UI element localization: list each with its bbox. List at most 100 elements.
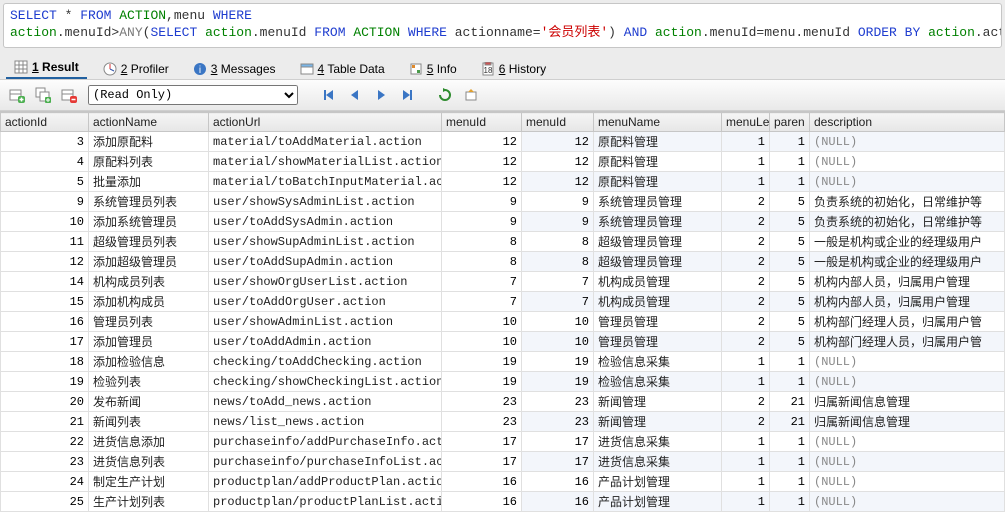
cell[interactable]: 16 [1, 312, 89, 332]
cell[interactable]: 23 [1, 452, 89, 472]
cell[interactable]: (NULL) [810, 152, 1005, 172]
table-row[interactable]: 12添加超级管理员user/toAddSupAdmin.action88超级管理… [1, 252, 1005, 272]
cell[interactable]: 9 [522, 192, 594, 212]
cell[interactable]: 管理员列表 [89, 312, 209, 332]
cell[interactable]: (NULL) [810, 492, 1005, 512]
cell[interactable]: 7 [442, 272, 522, 292]
cell[interactable]: 原配料列表 [89, 152, 209, 172]
table-row[interactable]: 11超级管理员列表user/showSupAdminList.action88超… [1, 232, 1005, 252]
cell[interactable]: 检验信息采集 [594, 352, 722, 372]
cell[interactable]: 添加超级管理员 [89, 252, 209, 272]
cell[interactable]: 17 [442, 432, 522, 452]
cell[interactable]: news/list_news.action [209, 412, 442, 432]
table-row[interactable]: 15添加机构成员user/toAddOrgUser.action77机构成员管理… [1, 292, 1005, 312]
export-button[interactable] [460, 84, 482, 106]
cell[interactable]: 16 [522, 492, 594, 512]
col-actionName[interactable]: actionName [89, 113, 209, 132]
cell[interactable]: 1 [770, 492, 810, 512]
cell[interactable]: 19 [1, 372, 89, 392]
cell[interactable]: 制定生产计划 [89, 472, 209, 492]
cell[interactable]: productplan/addProductPlan.actio [209, 472, 442, 492]
cell[interactable]: 1 [770, 472, 810, 492]
table-row[interactable]: 18添加检验信息checking/toAddChecking.action191… [1, 352, 1005, 372]
result-grid[interactable]: actionId actionName actionUrl menuId men… [0, 111, 1005, 512]
cell[interactable]: user/toAddOrgUser.action [209, 292, 442, 312]
tab-info[interactable]: 5 Info [401, 59, 465, 79]
tab-tabledata[interactable]: 4 Table Data [292, 59, 393, 79]
cell[interactable]: 机构内部人员，归属用户管理 [810, 272, 1005, 292]
cell[interactable]: 8 [442, 252, 522, 272]
table-row[interactable]: 22进货信息添加purchaseinfo/addPurchaseInfo.act… [1, 432, 1005, 452]
table-row[interactable]: 4原配料列表material/showMaterialList.action12… [1, 152, 1005, 172]
cell[interactable]: 21 [1, 412, 89, 432]
cell[interactable]: 15 [1, 292, 89, 312]
cell[interactable]: 系统管理员管理 [594, 192, 722, 212]
cell[interactable]: 管理员管理 [594, 332, 722, 352]
cell[interactable]: 添加检验信息 [89, 352, 209, 372]
cell[interactable]: (NULL) [810, 132, 1005, 152]
cell[interactable]: 19 [442, 372, 522, 392]
cell[interactable]: 一般是机构或企业的经理级用户 [810, 232, 1005, 252]
cell[interactable]: checking/showCheckingList.action [209, 372, 442, 392]
cell[interactable]: 16 [442, 492, 522, 512]
table-row[interactable]: 19检验列表checking/showCheckingList.action19… [1, 372, 1005, 392]
table-row[interactable]: 16管理员列表user/showAdminList.action1010管理员管… [1, 312, 1005, 332]
cell[interactable]: 2 [722, 272, 770, 292]
add-row-button[interactable] [6, 84, 28, 106]
table-row[interactable]: 17添加管理员user/toAddAdmin.action1010管理员管理25… [1, 332, 1005, 352]
cell[interactable]: 添加原配料 [89, 132, 209, 152]
cell[interactable]: 1 [722, 452, 770, 472]
edit-mode-dropdown[interactable]: (Read Only) [88, 85, 298, 105]
table-row[interactable]: 25生产计划列表productplan/productPlanList.acti… [1, 492, 1005, 512]
tab-profiler[interactable]: 2 Profiler [95, 59, 177, 79]
cell[interactable]: 进货信息采集 [594, 452, 722, 472]
cell[interactable]: 负责系统的初始化，日常维护等 [810, 212, 1005, 232]
col-actionId[interactable]: actionId [1, 113, 89, 132]
cell[interactable]: 1 [770, 372, 810, 392]
cell[interactable]: 添加系统管理员 [89, 212, 209, 232]
col-menuLe[interactable]: menuLe [722, 113, 770, 132]
cell[interactable]: 产品计划管理 [594, 492, 722, 512]
cell[interactable]: 1 [770, 172, 810, 192]
cell[interactable]: 14 [1, 272, 89, 292]
cell[interactable]: 归属新闻信息管理 [810, 412, 1005, 432]
cell[interactable]: 2 [722, 252, 770, 272]
cell[interactable]: 检验信息采集 [594, 372, 722, 392]
table-row[interactable]: 14机构成员列表user/showOrgUserList.action77机构成… [1, 272, 1005, 292]
cell[interactable]: news/toAdd_news.action [209, 392, 442, 412]
col-paren[interactable]: paren [770, 113, 810, 132]
cell[interactable]: 3 [1, 132, 89, 152]
cell[interactable]: 23 [442, 412, 522, 432]
cell[interactable]: 4 [1, 152, 89, 172]
cell[interactable]: 11 [1, 232, 89, 252]
prev-row-button[interactable] [344, 84, 366, 106]
cell[interactable]: 超级管理员管理 [594, 252, 722, 272]
cell[interactable]: 发布新闻 [89, 392, 209, 412]
cell[interactable]: 2 [722, 292, 770, 312]
duplicate-row-button[interactable] [32, 84, 54, 106]
cell[interactable]: purchaseinfo/addPurchaseInfo.act [209, 432, 442, 452]
cell[interactable]: material/showMaterialList.action [209, 152, 442, 172]
cell[interactable]: 12 [522, 132, 594, 152]
table-row[interactable]: 21新闻列表news/list_news.action2323新闻管理221归属… [1, 412, 1005, 432]
col-description[interactable]: description [810, 113, 1005, 132]
cell[interactable]: 添加管理员 [89, 332, 209, 352]
cell[interactable]: 添加机构成员 [89, 292, 209, 312]
cell[interactable]: 1 [770, 132, 810, 152]
col-actionUrl[interactable]: actionUrl [209, 113, 442, 132]
cell[interactable]: 8 [522, 232, 594, 252]
table-row[interactable]: 24制定生产计划productplan/addProductPlan.actio… [1, 472, 1005, 492]
cell[interactable]: 1 [770, 452, 810, 472]
cell[interactable]: 超级管理员管理 [594, 232, 722, 252]
cell[interactable]: 1 [770, 152, 810, 172]
cell[interactable]: 原配料管理 [594, 152, 722, 172]
col-menuId[interactable]: menuId [442, 113, 522, 132]
cell[interactable]: 机构内部人员，归属用户管理 [810, 292, 1005, 312]
cell[interactable]: 进货信息添加 [89, 432, 209, 452]
cell[interactable]: 9 [522, 212, 594, 232]
cell[interactable]: 2 [722, 392, 770, 412]
cell[interactable]: 22 [1, 432, 89, 452]
cell[interactable]: 批量添加 [89, 172, 209, 192]
cell[interactable]: user/showSysAdminList.action [209, 192, 442, 212]
cell[interactable]: 一般是机构或企业的经理级用户 [810, 252, 1005, 272]
